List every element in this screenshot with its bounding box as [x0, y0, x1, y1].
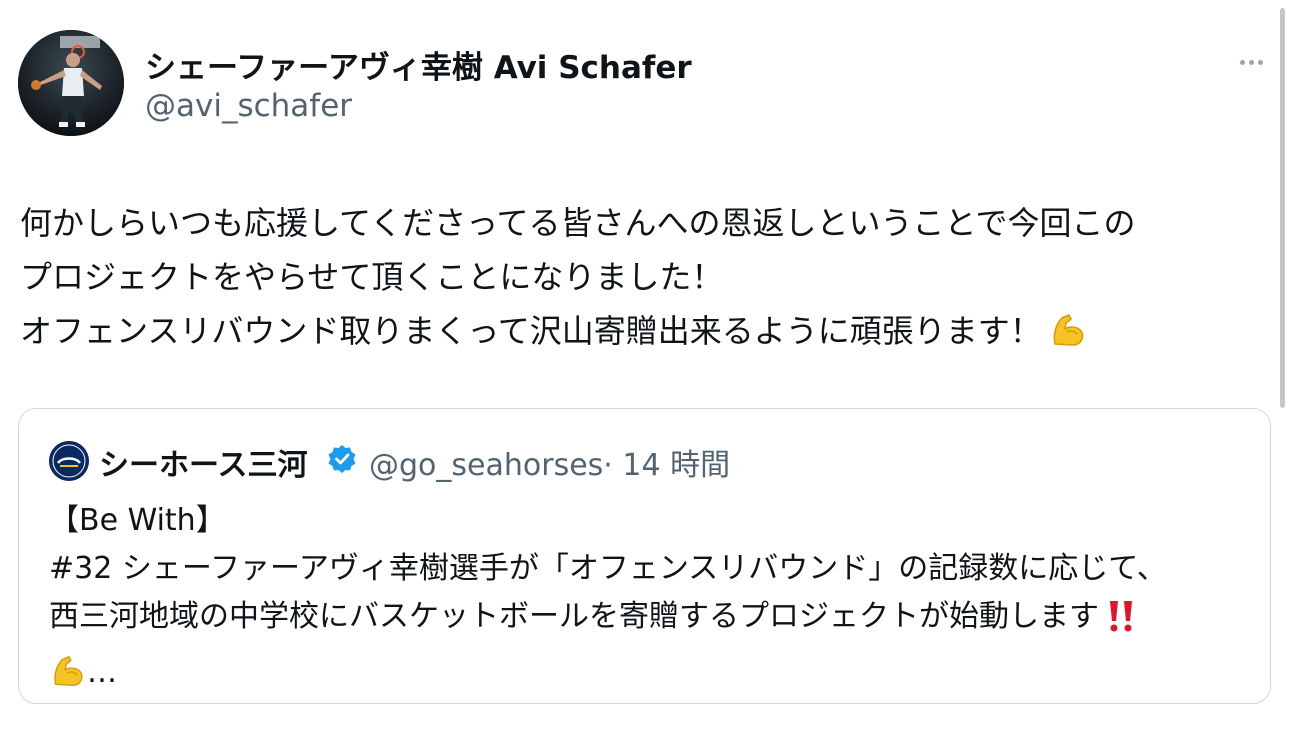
quote-line: …	[49, 649, 1249, 705]
tweet-text: 何かしらいつも応援してくださってる皆さんへの恩返しということで今回この プロジェ…	[20, 196, 1270, 366]
quote-time[interactable]: · 14 時間	[603, 448, 730, 483]
author-handle[interactable]: @avi_schafer	[145, 88, 352, 124]
quote-avatar[interactable]	[49, 441, 89, 481]
author-avatar[interactable]	[18, 30, 124, 136]
double-exclamation-icon	[1105, 598, 1137, 649]
more-dot-icon	[1239, 59, 1245, 65]
tweet-line: 何かしらいつも応援してくださってる皆さんへの恩返しということで今回この	[20, 204, 1136, 242]
tweet-line-text: オフェンスリバウンド取りまくって沢山寄贈出来るように頑張ります！	[20, 312, 1042, 350]
more-dot-icon	[1257, 59, 1263, 65]
seahorses-logo-icon	[49, 441, 89, 481]
quote-line-text: 西三河地域の中学校にバスケットボールを寄贈するプロジェクトが始動します	[49, 599, 1099, 634]
scrollbar[interactable]	[1280, 8, 1285, 408]
quote-text: 【Be With】 #32 シェーファーアヴィ幸樹選手が「オフェンスリバウンド」…	[49, 497, 1249, 705]
truncation-ellipsis: …	[87, 655, 117, 690]
quote-display-name[interactable]: シーホース三河	[99, 440, 308, 484]
quote-handle[interactable]: @go_seahorses	[369, 448, 603, 483]
tweet-card: シェーファーアヴィ幸樹 Avi Schafer @avi_schafer 何かし…	[0, 0, 1291, 732]
quote-line: 【Be With】	[49, 503, 226, 538]
basketball-player-avatar-icon	[18, 30, 124, 136]
quote-line: #32 シェーファーアヴィ幸樹選手が「オフェンスリバウンド」の記録数に応じて、	[49, 551, 1167, 586]
quote-handle-time[interactable]: @go_seahorses· 14 時間	[369, 440, 730, 484]
tweet-line: オフェンスリバウンド取りまくって沢山寄贈出来るように頑張ります！	[20, 304, 1270, 366]
flexed-biceps-icon	[49, 652, 87, 705]
quote-line: 西三河地域の中学校にバスケットボールを寄贈するプロジェクトが始動します	[49, 593, 1249, 649]
author-display-name[interactable]: シェーファーアヴィ幸樹 Avi Schafer	[145, 42, 692, 87]
more-dot-icon	[1248, 59, 1254, 65]
verified-badge-icon	[327, 444, 357, 474]
flexed-biceps-icon	[1048, 310, 1088, 366]
more-options-button[interactable]	[1234, 50, 1268, 74]
tweet-line: プロジェクトをやらせて頂くことになりました！	[20, 258, 724, 296]
quoted-tweet[interactable]: シーホース三河 @go_seahorses· 14 時間 【Be With】 #…	[18, 408, 1271, 704]
